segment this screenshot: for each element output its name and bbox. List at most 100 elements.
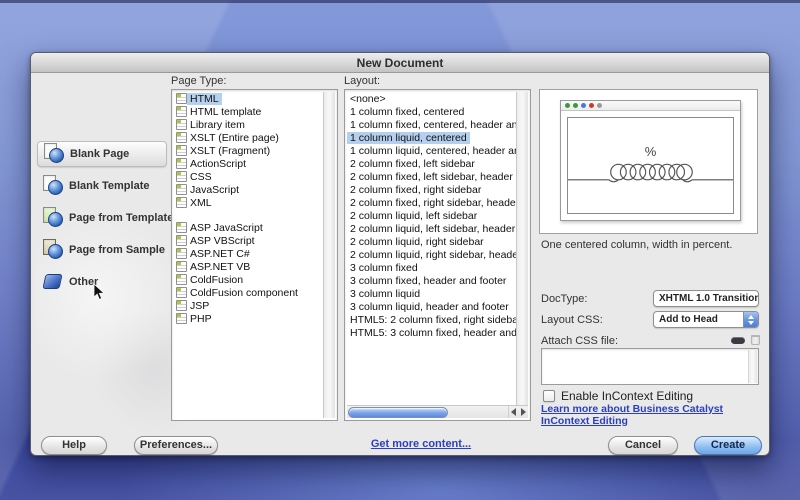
- list-group-gap: [174, 209, 323, 221]
- back-icon: [565, 103, 570, 108]
- layout-item[interactable]: 3 column fixed: [347, 261, 516, 274]
- layout-list[interactable]: <none>1 column fixed, centered1 column f…: [344, 89, 531, 421]
- page-from-sample-icon: [41, 239, 65, 261]
- preferences-button[interactable]: Preferences...: [134, 436, 218, 455]
- page-type-item-label: XSLT (Fragment): [187, 145, 273, 157]
- layout-label: Layout:: [344, 75, 380, 87]
- forward-icon: [573, 103, 578, 108]
- layout-item[interactable]: 2 column fixed, right sidebar, header an…: [347, 196, 516, 209]
- dialog-titlebar[interactable]: New Document: [31, 53, 769, 73]
- document-icon: [176, 235, 187, 246]
- page-type-label: Page Type:: [171, 75, 226, 87]
- layout-item-label: 2 column fixed, right sidebar: [347, 184, 484, 196]
- document-icon: [176, 261, 187, 272]
- page-type-item-label: HTML: [187, 93, 222, 105]
- layout-item[interactable]: 1 column fixed, centered, header and foo…: [347, 118, 516, 131]
- page-type-item[interactable]: ColdFusion component: [174, 286, 323, 299]
- sidebar-item-page-from-template[interactable]: Page from Template: [37, 205, 167, 231]
- page-type-item-label: HTML template: [187, 106, 264, 118]
- page-type-item-label: XML: [187, 197, 215, 209]
- layout-item-label: 2 column fixed, right sidebar, header an…: [347, 197, 516, 209]
- page-type-scrollbar[interactable]: [323, 92, 335, 418]
- percent-width-label: %: [568, 144, 733, 159]
- page-type-item-label: ActionScript: [187, 158, 249, 170]
- layout-item-label: 3 column liquid, header and footer: [347, 301, 512, 313]
- page-from-template-icon: [41, 207, 65, 229]
- page-type-item[interactable]: XSLT (Entire page): [174, 131, 323, 144]
- get-more-content-link[interactable]: Get more content...: [341, 438, 501, 450]
- page-type-item[interactable]: PHP: [174, 312, 323, 325]
- layout-item[interactable]: 2 column liquid, right sidebar: [347, 235, 516, 248]
- layout-item[interactable]: 3 column fixed, header and footer: [347, 274, 516, 287]
- layout-item-label: 1 column fixed, centered, header and foo…: [347, 119, 516, 131]
- page-type-item-label: Library item: [187, 119, 248, 131]
- page-type-item[interactable]: ASP VBScript: [174, 234, 323, 247]
- layout-item[interactable]: 2 column liquid, right sidebar, header a…: [347, 248, 516, 261]
- scroll-right-arrow-icon[interactable]: [521, 408, 526, 416]
- page-type-item[interactable]: ActionScript: [174, 157, 323, 170]
- page-type-item-label: ASP.NET C#: [187, 248, 253, 260]
- layout-item[interactable]: HTML5: 2 column fixed, right sidebar, he…: [347, 313, 516, 326]
- scrollbar-thumb[interactable]: [348, 407, 448, 418]
- doctype-popup[interactable]: XHTML 1.0 Transitional: [653, 290, 759, 307]
- sidebar-item-label: Blank Page: [66, 148, 129, 160]
- learn-more-link[interactable]: Learn more about Business Catalyst InCon…: [541, 404, 763, 427]
- page-type-list[interactable]: HTMLHTML templateLibrary itemXSLT (Entir…: [171, 89, 338, 421]
- layout-item[interactable]: 3 column liquid, header and footer: [347, 300, 516, 313]
- page-type-item[interactable]: ASP.NET VB: [174, 260, 323, 273]
- layout-item-label: HTML5: 3 column fixed, header and footer: [347, 327, 516, 339]
- layout-preview: %: [539, 89, 758, 234]
- page-type-item[interactable]: HTML: [174, 92, 323, 105]
- page-type-item[interactable]: XSLT (Fragment): [174, 144, 323, 157]
- attach-stylesheet-icon[interactable]: [731, 337, 745, 344]
- popup-stepper-icon: [743, 312, 758, 327]
- blank-template-icon: [41, 175, 65, 197]
- page-type-item[interactable]: ASP.NET C#: [174, 247, 323, 260]
- preview-browser-toolbar: [561, 101, 740, 111]
- layout-item[interactable]: 2 column fixed, left sidebar, header and…: [347, 170, 516, 183]
- help-button[interactable]: Help: [41, 436, 107, 455]
- layout-item[interactable]: 3 column liquid: [347, 287, 516, 300]
- sidebar-item-blank-template[interactable]: Blank Template: [37, 173, 167, 199]
- sidebar-item-blank-page[interactable]: Blank Page: [37, 141, 167, 167]
- layout-item[interactable]: 1 column liquid, centered: [347, 131, 516, 144]
- layout-item[interactable]: 2 column fixed, right sidebar: [347, 183, 516, 196]
- cancel-button[interactable]: Cancel: [608, 436, 678, 455]
- remove-stylesheet-icon[interactable]: [751, 335, 760, 345]
- layout-item[interactable]: 2 column fixed, left sidebar: [347, 157, 516, 170]
- layout-css-label: Layout CSS:: [541, 314, 603, 326]
- document-icon: [176, 158, 187, 169]
- page-type-item[interactable]: JSP: [174, 299, 323, 312]
- sidebar-item-other[interactable]: Other: [37, 269, 167, 295]
- page-type-item[interactable]: XML: [174, 196, 323, 209]
- liquid-column-coil-graphic: [568, 158, 733, 192]
- page-type-item[interactable]: CSS: [174, 170, 323, 183]
- layout-css-popup[interactable]: Add to Head: [653, 311, 759, 328]
- layout-item[interactable]: 1 column fixed, centered: [347, 105, 516, 118]
- layout-horizontal-scrollbar[interactable]: [347, 405, 528, 418]
- layout-item[interactable]: 1 column liquid, centered, header and fo…: [347, 144, 516, 157]
- attached-css-files-list[interactable]: [541, 348, 759, 385]
- sidebar-item-page-from-sample[interactable]: Page from Sample: [37, 237, 167, 263]
- layout-rows: <none>1 column fixed, centered1 column f…: [347, 92, 516, 405]
- page-type-item[interactable]: Library item: [174, 118, 323, 131]
- incontext-editing-checkbox[interactable]: [543, 390, 555, 402]
- document-icon: [176, 119, 187, 130]
- layout-item[interactable]: HTML5: 3 column fixed, header and footer: [347, 326, 516, 339]
- refresh-icon: [581, 103, 586, 108]
- page-type-item[interactable]: HTML template: [174, 105, 323, 118]
- doctype-value: XHTML 1.0 Transitional: [654, 293, 759, 304]
- page-type-item[interactable]: ASP JavaScript: [174, 221, 323, 234]
- layout-item-label: 2 column liquid, right sidebar, header a…: [347, 249, 516, 261]
- scroll-left-arrow-icon[interactable]: [511, 408, 516, 416]
- layout-vertical-scrollbar[interactable]: [516, 92, 528, 405]
- create-button[interactable]: Create: [694, 436, 762, 455]
- layout-item[interactable]: <none>: [347, 92, 516, 105]
- document-icon: [176, 274, 187, 285]
- preview-browser-window: %: [560, 100, 741, 221]
- layout-item[interactable]: 2 column liquid, left sidebar: [347, 209, 516, 222]
- page-type-item-label: ASP VBScript: [187, 235, 258, 247]
- layout-item[interactable]: 2 column liquid, left sidebar, header an…: [347, 222, 516, 235]
- page-type-item[interactable]: JavaScript: [174, 183, 323, 196]
- page-type-item[interactable]: ColdFusion: [174, 273, 323, 286]
